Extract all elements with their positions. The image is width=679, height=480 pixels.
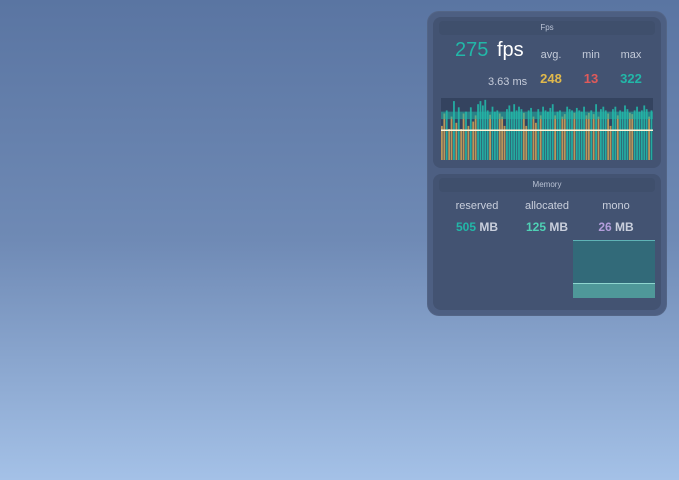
fps-bar: [573, 112, 576, 160]
reserved-label: reserved: [455, 200, 499, 212]
fps-unit-label: fps: [497, 39, 524, 61]
allocated-label: allocated: [524, 200, 570, 212]
fps-bar: [498, 113, 501, 160]
fps-bar: [501, 116, 504, 160]
reserved-number: 505: [455, 220, 476, 234]
max-value: 322: [620, 71, 642, 86]
memory-allocated-area: [573, 283, 655, 298]
allocated-number: 125: [525, 220, 546, 234]
stats-overlay: Fps 275 fps 3.63 ms avg. min max 248 13 …: [427, 11, 667, 316]
fps-graph: [441, 98, 653, 160]
fps-bar: [554, 115, 557, 160]
memory-panel-title: Memory: [439, 178, 655, 192]
fps-bar: [648, 116, 650, 160]
fps-bar: [489, 114, 491, 160]
fps-bar: [448, 129, 451, 160]
fps-bar: [563, 114, 566, 160]
fps-bar: [460, 129, 463, 160]
fps-bar: [522, 112, 525, 160]
fps-bar: [534, 122, 537, 160]
fps-bar: [455, 122, 458, 160]
fps-panel-title: Fps: [439, 21, 655, 35]
fps-bar: [561, 116, 564, 160]
current-fps-value: 275: [455, 39, 489, 61]
allocated-unit: MB: [549, 220, 569, 234]
fps-bar: [609, 125, 612, 160]
fps-bar: [462, 113, 465, 160]
frame-time: 3.63 ms: [488, 76, 528, 88]
fps-bar: [525, 125, 528, 160]
fps-bar: [503, 125, 506, 160]
reserved-value: 505 MB: [442, 220, 512, 234]
fps-bar: [607, 113, 610, 160]
memory-graph: [573, 240, 655, 298]
mono-number: 26: [598, 220, 612, 234]
memory-panel: Memory reserved allocated mono 505 MB 12…: [433, 174, 661, 310]
mono-unit: MB: [615, 220, 634, 234]
min-value: 13: [583, 71, 599, 86]
fps-bar: [631, 114, 634, 160]
avg-label: avg.: [540, 49, 562, 61]
fps-bar: [443, 113, 446, 160]
fps-bar: [441, 125, 443, 160]
avg-value: 248: [540, 71, 562, 86]
fps-panel: Fps 275 fps 3.63 ms avg. min max 248 13 …: [433, 17, 661, 168]
fps-bar: [532, 116, 535, 160]
mono-value: 26 MB: [581, 220, 651, 234]
mono-label: mono: [602, 200, 630, 212]
fps-bar: [467, 125, 470, 160]
fps-bar: [597, 116, 600, 160]
allocated-value: 125 MB: [512, 220, 582, 234]
fps-bar: [628, 112, 631, 160]
fps-bar: [539, 115, 542, 160]
min-label: min: [582, 49, 600, 61]
fps-bar: [472, 121, 475, 160]
fps-max-band: [441, 111, 653, 120]
fps-bar: [450, 116, 453, 160]
fps-bar: [616, 115, 619, 160]
fps-bar: [474, 115, 477, 160]
fps-bar: [585, 115, 588, 160]
max-label: max: [620, 49, 642, 61]
fps-bar: [587, 112, 590, 160]
reserved-unit: MB: [479, 220, 499, 234]
fps-bar: [592, 114, 595, 160]
